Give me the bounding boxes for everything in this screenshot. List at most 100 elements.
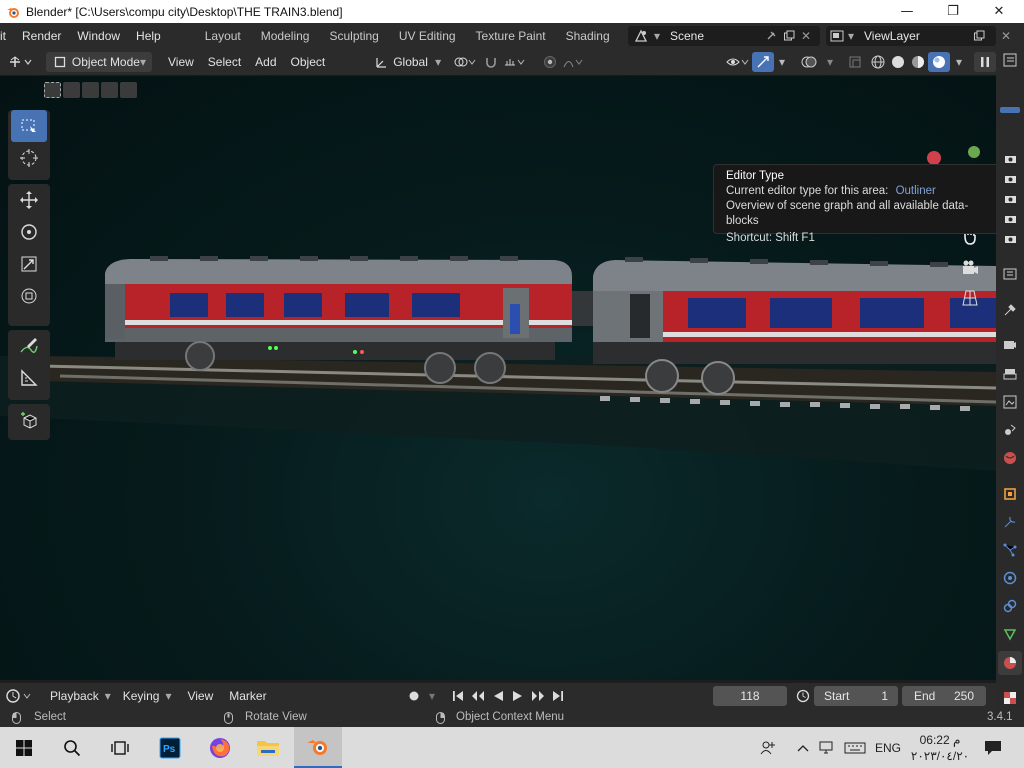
current-frame-field[interactable]: 118 — [713, 686, 787, 706]
perspective-grid-icon[interactable] — [958, 286, 982, 310]
remove-view-layer-icon[interactable]: ✕ — [998, 29, 1014, 43]
select-box-tool[interactable] — [11, 110, 47, 142]
wireframe-shading-icon[interactable] — [868, 54, 888, 70]
view-layer-selector[interactable]: ▾ ViewLayer — [826, 26, 996, 46]
minimize-button[interactable]: — — [884, 0, 930, 23]
select-extend-icon[interactable] — [63, 82, 80, 98]
scene-name[interactable]: Scene — [666, 29, 762, 43]
menu-object[interactable]: Object — [285, 52, 332, 72]
tab-layout[interactable]: Layout — [195, 23, 251, 49]
view-layer-name[interactable]: ViewLayer — [860, 29, 970, 43]
gizmo-toggle-icon[interactable] — [752, 52, 774, 72]
jump-keyframe-back-icon[interactable] — [468, 690, 488, 702]
scale-tool[interactable] — [11, 248, 47, 280]
render-visibility-icon-2[interactable] — [1001, 169, 1019, 187]
modifier-properties-icon[interactable] — [1001, 513, 1019, 531]
tray-chevron-up-icon[interactable] — [794, 727, 812, 768]
keyboard-icon[interactable] — [842, 727, 868, 768]
keying-menu[interactable]: Keying ▾ — [117, 686, 178, 706]
menu-view[interactable]: View — [162, 52, 200, 72]
particles-properties-icon[interactable] — [1001, 541, 1019, 559]
task-view-button[interactable] — [96, 727, 144, 768]
falloff-icon[interactable] — [561, 55, 587, 69]
jump-start-icon[interactable] — [448, 690, 468, 702]
menu-select[interactable]: Select — [202, 52, 247, 72]
marker-menu[interactable]: Marker — [223, 686, 272, 706]
end-frame-field[interactable]: End 250 — [902, 686, 986, 706]
start-frame-field[interactable]: Start 1 — [814, 686, 898, 706]
notifications-icon[interactable] — [980, 727, 1006, 768]
select-intersect-icon[interactable] — [120, 82, 137, 98]
playback-menu[interactable]: Playback ▾ — [44, 686, 117, 706]
remove-scene-icon[interactable]: ✕ — [798, 29, 814, 43]
proportional-editing-icon[interactable] — [539, 55, 561, 69]
menu-help[interactable]: Help — [128, 29, 169, 43]
physics-properties-icon[interactable] — [1001, 569, 1019, 587]
tab-shading[interactable]: Shading — [556, 23, 620, 49]
properties-editor-icon[interactable] — [1001, 265, 1019, 283]
taskbar-clock[interactable]: 06:22 م ٢٠٢٣/٠٤/٢٠ — [906, 727, 974, 768]
menu-render[interactable]: Render — [14, 29, 69, 43]
timeline-editor-icon[interactable] — [0, 688, 40, 704]
outliner-editor-icon[interactable] — [1001, 51, 1019, 69]
maximize-button[interactable]: ❐ — [930, 0, 976, 23]
menu-window[interactable]: Window — [69, 29, 128, 43]
tab-uv-editing[interactable]: UV Editing — [389, 23, 466, 49]
data-properties-icon[interactable] — [1001, 625, 1019, 643]
viewport-3d[interactable]: Editor Type Current editor type for this… — [0, 75, 996, 680]
overlays-icon[interactable] — [796, 54, 822, 70]
taskbar-file-explorer[interactable] — [244, 727, 292, 768]
move-tool[interactable] — [11, 184, 47, 216]
select-subtract-icon[interactable] — [82, 82, 99, 98]
render-visibility-icon-3[interactable] — [1001, 189, 1019, 207]
people-icon[interactable] — [756, 727, 780, 768]
rendered-shading-icon[interactable] — [928, 52, 950, 72]
gizmo-dropdown-icon[interactable]: ▾ — [774, 55, 790, 69]
transform-orientation[interactable]: Global ▾ — [367, 52, 447, 72]
render-properties-icon[interactable] — [1001, 335, 1019, 353]
snap-target-icon[interactable] — [501, 55, 529, 69]
select-new-icon[interactable] — [44, 82, 61, 98]
tool-properties-icon[interactable] — [1001, 301, 1019, 319]
tab-sculpting[interactable]: Sculpting — [319, 23, 388, 49]
render-visibility-icon-5[interactable] — [1001, 229, 1019, 247]
view-layer-properties-icon[interactable] — [1001, 393, 1019, 411]
add-cube-tool[interactable] — [11, 404, 47, 436]
material-shading-icon[interactable] — [908, 54, 928, 70]
new-view-layer-icon[interactable] — [970, 30, 988, 42]
scene-selector[interactable]: ▾ Scene ✕ — [628, 26, 820, 46]
snap-icon[interactable] — [481, 55, 501, 69]
pause-render-icon[interactable] — [974, 52, 996, 72]
network-icon[interactable] — [816, 727, 838, 768]
tab-texture-paint[interactable]: Texture Paint — [466, 23, 556, 49]
object-properties-icon[interactable] — [1001, 485, 1019, 503]
overlays-dropdown-icon[interactable]: ▾ — [822, 55, 838, 69]
play-reverse-icon[interactable] — [488, 690, 508, 702]
visibility-icon[interactable] — [724, 55, 752, 69]
camera-view-icon[interactable] — [958, 256, 982, 280]
menu-add[interactable]: Add — [249, 52, 282, 72]
selection-mode-buttons[interactable] — [44, 82, 137, 98]
play-icon[interactable] — [508, 690, 528, 702]
material-properties-icon[interactable] — [998, 651, 1022, 675]
transform-tool[interactable] — [11, 280, 47, 312]
close-button[interactable]: ✕ — [976, 0, 1022, 23]
xray-icon[interactable] — [842, 55, 868, 69]
world-properties-icon[interactable] — [1001, 449, 1019, 467]
timeline-view-menu[interactable]: View — [181, 686, 219, 706]
tab-modeling[interactable]: Modeling — [251, 23, 320, 49]
auto-keying-icon[interactable] — [404, 690, 424, 702]
keying-set-dropdown-icon[interactable]: ▾ — [424, 689, 440, 703]
rotate-tool[interactable] — [11, 216, 47, 248]
mode-selector[interactable]: Object Mode ▾ — [46, 52, 152, 72]
select-invert-icon[interactable] — [101, 82, 118, 98]
render-visibility-icon-4[interactable] — [1001, 209, 1019, 227]
cursor-tool[interactable] — [11, 142, 47, 174]
measure-tool[interactable] — [11, 362, 47, 394]
scene-properties-icon[interactable] — [1001, 421, 1019, 439]
editor-type-icon[interactable] — [0, 55, 42, 69]
menu-edit[interactable]: it — [0, 29, 14, 43]
output-properties-icon[interactable] — [1001, 365, 1019, 383]
new-scene-icon[interactable] — [780, 30, 798, 42]
constraints-properties-icon[interactable] — [1001, 597, 1019, 615]
